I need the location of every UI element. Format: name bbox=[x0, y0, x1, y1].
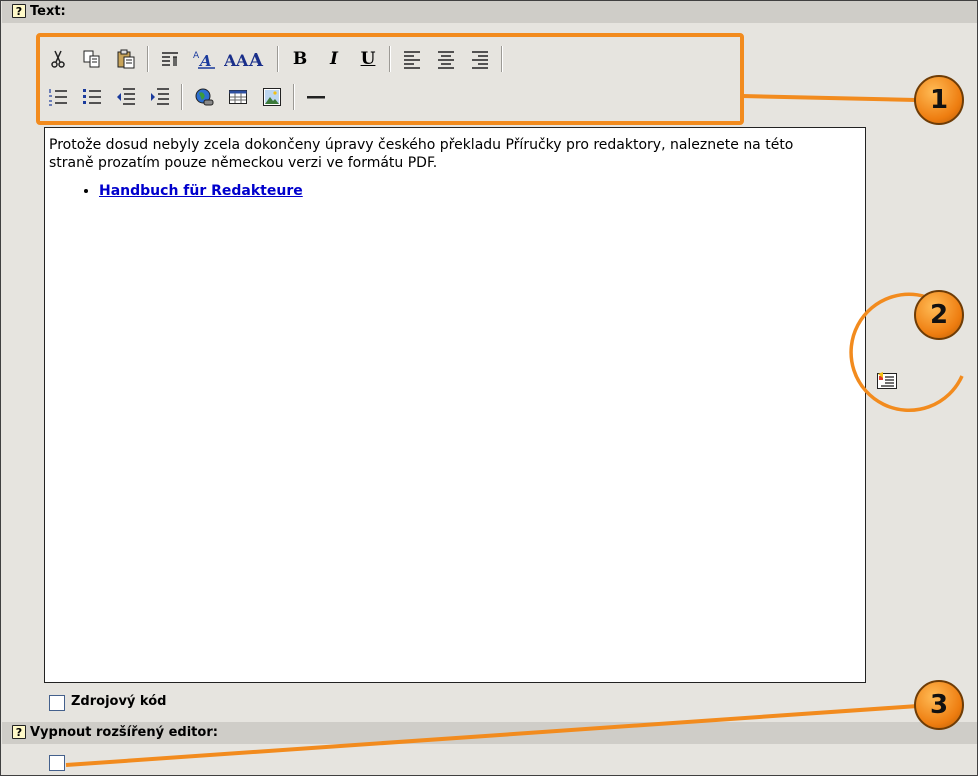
editor-paragraph: Protože dosud nebyly zcela dokončeny úpr… bbox=[49, 137, 794, 171]
source-code-checkbox[interactable] bbox=[49, 695, 65, 711]
text-section-label: Text: bbox=[30, 4, 66, 19]
callout-toolbar-highlight bbox=[36, 33, 744, 125]
source-code-label: Zdrojový kód bbox=[71, 694, 167, 709]
callout-badge-1: 1 bbox=[914, 75, 964, 125]
help-icon[interactable]: ? bbox=[12, 725, 26, 739]
rich-text-editor[interactable]: Protože dosud nebyly zcela dokončeny úpr… bbox=[44, 127, 866, 683]
text-section-header: ? Text: bbox=[2, 1, 977, 23]
editor-list: Handbuch für Redakteure bbox=[49, 182, 839, 200]
callout-badge-3: 3 bbox=[914, 680, 964, 730]
extended-editor-header: ? Vypnout rozšířený editor: bbox=[2, 722, 977, 744]
properties-icon bbox=[877, 372, 897, 389]
callout-badge-2: 2 bbox=[914, 290, 964, 340]
handbook-link[interactable]: Handbuch für Redakteure bbox=[99, 183, 303, 199]
disable-extended-editor-checkbox[interactable] bbox=[49, 755, 65, 771]
extended-editor-label: Vypnout rozšířený editor: bbox=[30, 725, 218, 740]
list-item: Handbuch für Redakteure bbox=[99, 182, 839, 200]
editor-content: Protože dosud nebyly zcela dokončeny úpr… bbox=[49, 136, 839, 200]
help-icon[interactable]: ? bbox=[12, 4, 26, 18]
editor-properties-button[interactable] bbox=[875, 369, 899, 393]
